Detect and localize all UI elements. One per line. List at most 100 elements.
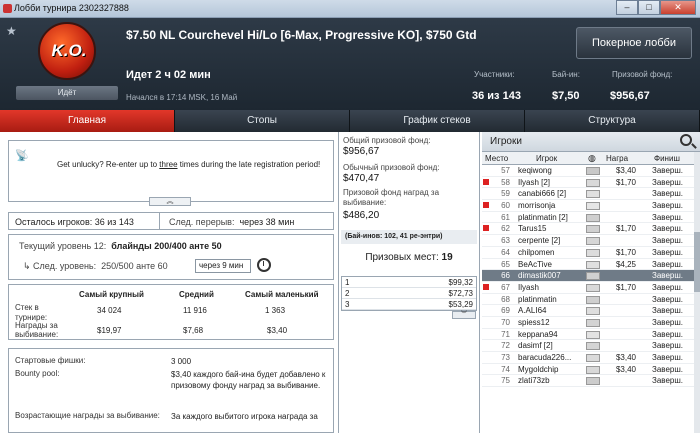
- tab-main[interactable]: Главная: [0, 110, 174, 132]
- player-bounty: $4,25: [615, 259, 636, 269]
- stack-label: Стек в турнире:: [15, 303, 48, 322]
- player-row[interactable]: 62 Tarus15 $1,70 Заверш.: [482, 223, 694, 236]
- player-name: Ilyash: [518, 282, 539, 292]
- player-name: canabi666 [2]: [518, 189, 567, 199]
- payout-row: 2 $72,73: [342, 288, 476, 299]
- player-finish: Заверш.: [652, 247, 683, 257]
- tab-stops[interactable]: Стопы: [175, 110, 349, 132]
- player-row[interactable]: 72 dasimf [2] Заверш.: [482, 340, 694, 352]
- status-badge: Идёт: [16, 86, 118, 100]
- search-icon[interactable]: [680, 134, 692, 146]
- scrollbar-thumb[interactable]: [694, 232, 700, 292]
- players-header: Игроки: [482, 132, 700, 152]
- collapse-notice-button[interactable]: ︽: [149, 197, 191, 206]
- tab-stack-chart[interactable]: График стеков: [350, 110, 524, 132]
- bounty-prize-value: $486,20: [343, 210, 380, 221]
- country-flag-icon: [586, 330, 600, 339]
- column-player[interactable]: Игрок: [536, 154, 557, 163]
- player-row[interactable]: 73 baracuda226... $3,40 Заверш.: [482, 352, 694, 364]
- column-place[interactable]: Место: [485, 154, 508, 163]
- favorite-star-icon[interactable]: ★: [6, 24, 17, 38]
- player-bounty: $3,40: [615, 166, 636, 175]
- country-flag-icon: [586, 202, 600, 211]
- bounty-prize-label: Призовой фонд наград за выбивание:: [343, 188, 440, 207]
- summary-row: Осталось игроков: 36 из 143 След. переры…: [8, 212, 334, 230]
- start-time: Начался в 17:14 MSK, 16 Май: [126, 93, 238, 102]
- player-place: 61: [501, 212, 510, 222]
- next-break: След. перерыв: через 38 мин: [169, 217, 294, 227]
- player-row[interactable]: 71 keppana94 Заверш.: [482, 329, 694, 341]
- payout-table: 1 $99,32 2 $72,73 3 $53,29: [341, 276, 477, 311]
- growing-bounty-value: За каждого выбитого игрока награда за: [171, 412, 318, 421]
- window-title: Лобби турнира 2302327888: [14, 3, 129, 13]
- tab-structure[interactable]: Структура: [525, 110, 699, 132]
- player-finish: Заверш.: [652, 329, 683, 339]
- players-scrollbar[interactable]: [694, 152, 700, 433]
- player-row[interactable]: 74 Mygoldchip $3,40 Заверш.: [482, 364, 694, 376]
- player-finish: Заверш.: [652, 201, 683, 211]
- buyin-label: Бай-ин:: [552, 70, 580, 79]
- player-place: 69: [501, 306, 510, 316]
- country-flag-icon: [586, 260, 600, 269]
- notice-link[interactable]: three: [159, 160, 177, 169]
- column-bounty[interactable]: Награ: [606, 154, 628, 163]
- close-button[interactable]: ✕: [660, 0, 696, 15]
- player-name: baracuda226...: [518, 353, 572, 362]
- starting-chips-value: 3 000: [171, 357, 192, 366]
- expand-payouts-button[interactable]: ︾: [452, 311, 476, 319]
- players-list: 57 keqiwong $3,40 Заверш. 58 Ilyash [2] $1,70 З…: [482, 165, 694, 433]
- globe-icon[interactable]: ◍: [588, 153, 596, 164]
- player-row[interactable]: 57 keqiwong $3,40 Заверш.: [482, 165, 694, 177]
- country-flag-icon: [586, 178, 600, 187]
- players-title: Игроки: [490, 136, 522, 147]
- player-row[interactable]: 69 A.ALI64 Заверш.: [482, 305, 694, 317]
- country-flag-icon: [586, 248, 600, 257]
- player-finish: Заверш.: [652, 259, 683, 269]
- poker-lobby-button[interactable]: Покерное лобби: [576, 27, 692, 59]
- player-row[interactable]: 61 platinmatin [2] Заверш.: [482, 212, 694, 224]
- player-row[interactable]: 68 platinmatin Заверш.: [482, 294, 694, 306]
- player-name: morrisonja: [518, 201, 556, 211]
- player-row[interactable]: 67 Ilyash $1,70 Заверш.: [482, 282, 694, 294]
- player-name: spiess12: [518, 317, 550, 327]
- player-row[interactable]: 70 spiess12 Заверш.: [482, 317, 694, 329]
- player-finish: Заверш.: [652, 294, 683, 304]
- next-level: ↳ След. уровень: 250/500 анте 60: [23, 261, 168, 271]
- prizepool-label: Призовой фонд:: [612, 70, 673, 79]
- player-finish: Заверш.: [652, 306, 683, 316]
- next-level-label: След. уровень:: [33, 261, 97, 271]
- minimize-button[interactable]: –: [616, 0, 638, 15]
- bounty-label: Награды за выбивание:: [15, 321, 59, 339]
- player-row[interactable]: 64 chilpomen $1,70 Заверш.: [482, 247, 694, 259]
- country-flag-icon: [586, 190, 600, 199]
- column-finish[interactable]: Финиш: [654, 154, 680, 163]
- player-name: keppana94: [518, 329, 558, 339]
- player-place: 60: [501, 201, 510, 211]
- player-place: 73: [501, 353, 510, 362]
- payout-amount: $53,29: [448, 300, 473, 309]
- player-place: 62: [501, 224, 510, 234]
- country-flag-icon: [586, 342, 600, 351]
- player-row[interactable]: 58 Ilyash [2] $1,70 Заверш.: [482, 177, 694, 189]
- player-place: 66: [501, 271, 510, 281]
- player-row[interactable]: 65 BeAcTive $4,25 Заверш.: [482, 259, 694, 271]
- player-row[interactable]: 59 canabi666 [2] Заверш.: [482, 188, 694, 201]
- country-flag-icon: [586, 213, 600, 222]
- stack-average: 11 916: [183, 306, 207, 315]
- player-row[interactable]: 75 zlati73zb Заверш.: [482, 375, 694, 388]
- prize-pool-pane: Общий призовой фонд: $956,67 Обычный при…: [338, 132, 480, 433]
- player-row[interactable]: 66 dimastik007 Заверш.: [482, 270, 694, 282]
- maximize-button[interactable]: □: [638, 0, 660, 15]
- tab-bar: Главная Стопы График стеков Структура: [0, 110, 700, 132]
- next-break-label: След. перерыв:: [169, 217, 235, 227]
- player-row[interactable]: 60 morrisonja Заверш.: [482, 200, 694, 212]
- player-name: chilpomen: [518, 247, 555, 257]
- players-left-value: 36 из 143: [94, 217, 134, 227]
- player-row[interactable]: 63 cerpente [2] Заверш.: [482, 235, 694, 247]
- country-flag-icon: [586, 354, 600, 362]
- players-pane: Игроки Место Игрок ◍ Награ Финиш 57 keqiw…: [482, 132, 700, 433]
- tournament-header: ★ K.O. Идёт $7.50 NL Courchevel Hi/Lo [6…: [0, 18, 700, 110]
- current-level: Текущий уровень 12: блайнды 200/400 анте…: [19, 241, 222, 251]
- player-finish: Заверш.: [652, 353, 683, 362]
- knockout-marker-icon: [483, 178, 489, 185]
